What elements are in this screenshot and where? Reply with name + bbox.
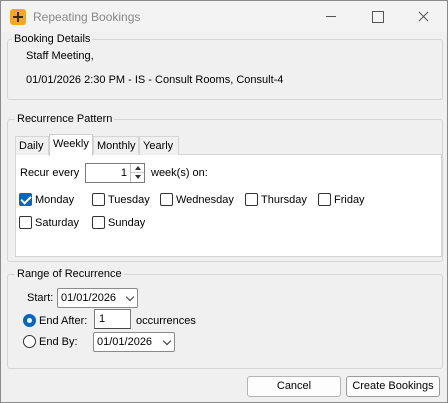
end-after-occurrences-input[interactable]: 1 <box>94 309 131 329</box>
tab-yearly[interactable]: Yearly <box>139 136 179 155</box>
start-date-value: 01/01/2026 <box>61 292 117 304</box>
minimize-icon[interactable] <box>308 1 354 32</box>
end-after-value: 1 <box>99 313 106 325</box>
stepper-buttons <box>130 164 144 182</box>
monday-label[interactable]: Monday <box>35 194 74 206</box>
end-after-label[interactable]: End After: <box>39 315 87 327</box>
recur-every-stepper[interactable]: 1 <box>85 163 145 183</box>
close-icon[interactable] <box>400 1 446 32</box>
start-date-picker[interactable]: 01/01/2026 <box>57 288 138 308</box>
monday-checkbox[interactable] <box>19 193 32 206</box>
maximize-icon[interactable] <box>354 1 400 32</box>
occurrences-label: occurrences <box>136 315 196 327</box>
wednesday-label[interactable]: Wednesday <box>176 194 234 206</box>
start-label: Start: <box>27 292 54 304</box>
friday-checkbox[interactable] <box>318 193 331 206</box>
wednesday-checkbox[interactable] <box>160 193 173 206</box>
repeating-bookings-dialog: Repeating Bookings Booking Details Staff… <box>0 0 448 403</box>
tuesday-checkbox[interactable] <box>92 193 105 206</box>
thursday-label[interactable]: Thursday <box>261 194 307 206</box>
saturday-label[interactable]: Saturday <box>35 217 79 229</box>
window-title: Repeating Bookings <box>33 10 141 24</box>
chevron-down-icon <box>125 292 135 302</box>
cancel-button[interactable]: Cancel <box>247 376 341 397</box>
friday-label[interactable]: Friday <box>334 194 365 206</box>
end-by-date-value: 01/01/2026 <box>97 336 153 348</box>
saturday-checkbox[interactable] <box>19 216 32 229</box>
end-by-date-picker[interactable]: 01/01/2026 <box>93 332 175 352</box>
thursday-checkbox[interactable] <box>245 193 258 206</box>
stepper-up-icon[interactable] <box>131 164 144 173</box>
recur-every-label: Recur every <box>20 167 80 179</box>
stepper-down-icon[interactable] <box>131 173 144 182</box>
end-by-label[interactable]: End By: <box>39 336 78 348</box>
chevron-down-icon <box>162 336 172 346</box>
booking-details-group <box>7 39 443 100</box>
tuesday-label[interactable]: Tuesday <box>108 194 150 206</box>
title-bar: Repeating Bookings <box>1 1 447 32</box>
booking-subject: Staff Meeting, <box>26 50 94 62</box>
range-of-recurrence-legend: Range of Recurrence <box>15 268 124 280</box>
sunday-checkbox[interactable] <box>92 216 105 229</box>
recur-every-value: 1 <box>120 167 127 179</box>
booking-summary: 01/01/2026 2:30 PM - IS - Consult Rooms,… <box>26 74 284 86</box>
tab-daily[interactable]: Daily <box>15 136 49 155</box>
app-icon <box>10 9 26 25</box>
recurrence-pattern-legend: Recurrence Pattern <box>15 113 115 125</box>
sunday-label[interactable]: Sunday <box>108 217 145 229</box>
weeks-on-label: week(s) on: <box>151 167 208 179</box>
tab-weekly[interactable]: Weekly <box>49 134 93 156</box>
tab-monthly[interactable]: Monthly <box>93 136 139 155</box>
create-bookings-button[interactable]: Create Bookings <box>346 376 440 397</box>
end-by-radio[interactable] <box>23 335 36 348</box>
end-after-radio[interactable] <box>23 314 36 327</box>
booking-details-legend: Booking Details <box>12 33 93 45</box>
